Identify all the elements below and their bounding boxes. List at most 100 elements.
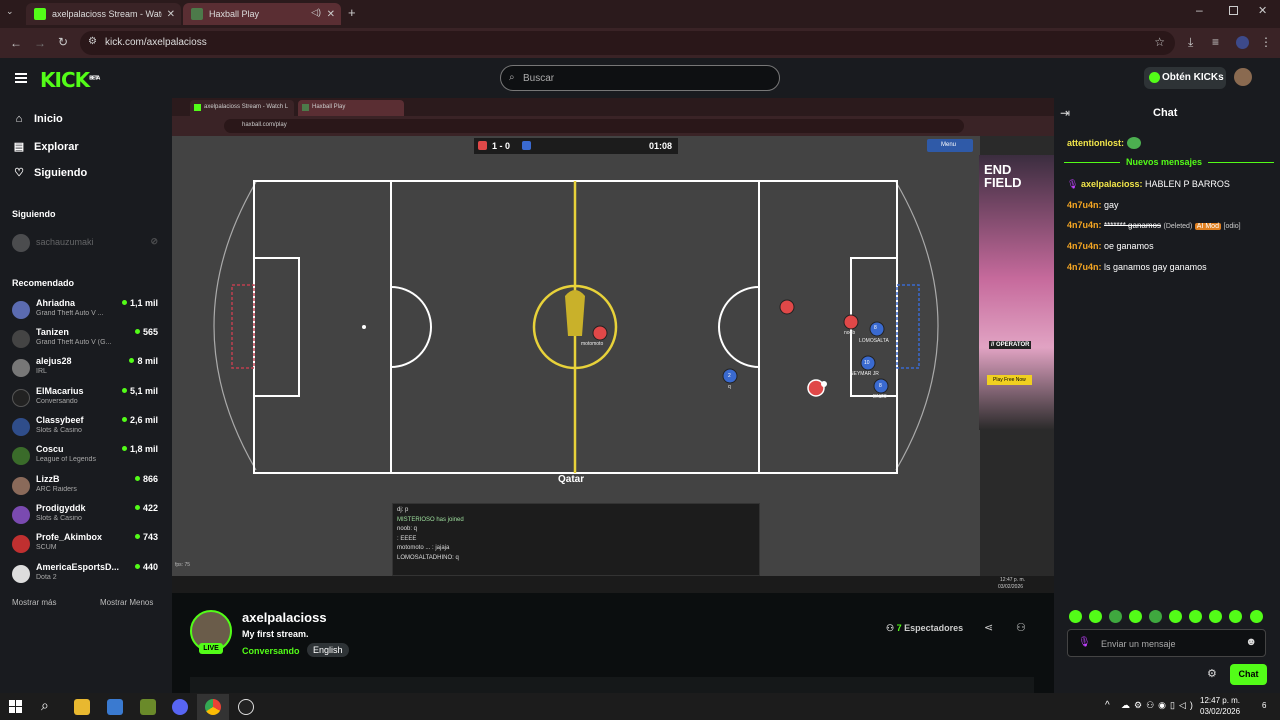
scoreboard: 1 - 0 01:08: [474, 138, 678, 154]
list-item[interactable]: Classybeef Slots & Casino 2,6 mil: [12, 415, 162, 443]
viewer-count-value: 422: [142, 503, 158, 513]
chat-title: Chat: [1153, 107, 1178, 119]
app-icon[interactable]: [140, 699, 156, 715]
browser-tab-haxball[interactable]: Haxball Play ◁) ✕: [183, 3, 341, 25]
video-address-bar: haxball.com/play: [172, 116, 1054, 136]
media-control-icon[interactable]: ≡: [1212, 35, 1219, 49]
stream-info-divider: [190, 677, 1034, 693]
streamer-name[interactable]: axelpalacioss: [242, 610, 327, 625]
show-less-link[interactable]: Mostrar Menos: [100, 598, 153, 607]
list-item[interactable]: Prodigyddk Slots & Casino 422: [12, 503, 162, 531]
notification-badge[interactable]: 6: [1262, 701, 1266, 710]
emote-icon[interactable]: [1129, 610, 1142, 623]
calculator-icon[interactable]: [107, 699, 123, 715]
chat-username[interactable]: 4n7u4n:: [1067, 241, 1102, 251]
tray-chevron-icon[interactable]: ^: [1105, 700, 1110, 711]
live-badge: LIVE: [199, 643, 223, 654]
language-tag[interactable]: English: [307, 643, 349, 657]
emote-icon: [1126, 137, 1141, 149]
sidebar-item-inicio[interactable]: ⌂ Inicio: [12, 113, 63, 125]
emoji-icon[interactable]: ☻: [1245, 636, 1257, 648]
browser-tab-kick[interactable]: axelpalacioss Stream - Watch L ✕: [26, 3, 181, 25]
list-item[interactable]: Tanizen Grand Theft Auto V (G... 565: [12, 327, 162, 355]
file-explorer-icon[interactable]: [74, 699, 90, 715]
follow-icon[interactable]: ⚇: [1016, 621, 1026, 634]
avatar: [12, 418, 30, 436]
emote-icon[interactable]: [1069, 610, 1082, 623]
profile-avatar[interactable]: [1236, 36, 1249, 49]
forward-icon[interactable]: →: [34, 36, 46, 50]
list-item[interactable]: Ahriadna Grand Theft Auto V ... 1,1 mil: [12, 298, 162, 326]
reload-icon[interactable]: ↻: [58, 35, 68, 49]
chat-username[interactable]: 4n7u4n:: [1067, 200, 1102, 210]
sidebar-item-siguiendo[interactable]: ♡ Siguiendo: [12, 166, 87, 180]
channel-category: Conversando: [36, 398, 78, 405]
haxball-favicon-icon: [191, 8, 203, 20]
obs-icon[interactable]: [238, 699, 254, 715]
emote-icon[interactable]: [1149, 610, 1162, 623]
chrome-icon[interactable]: [205, 699, 221, 715]
kick-logo[interactable]: KICKBETA: [40, 68, 100, 92]
url-field[interactable]: ⚙ kick.com/axelpalacioss ☆: [80, 31, 1175, 55]
chat-username[interactable]: 4n7u4n:: [1067, 220, 1102, 230]
chat-send-button[interactable]: Chat: [1230, 664, 1267, 685]
share-icon[interactable]: ⋖: [984, 621, 993, 634]
stream-video[interactable]: axelpalacioss Stream - Watch L Haxball P…: [172, 98, 1054, 593]
search-icon[interactable]: ⌕: [41, 697, 49, 714]
chat-username[interactable]: axelpalacioss:: [1081, 179, 1143, 189]
avatar: [12, 330, 30, 348]
list-item[interactable]: alejus28 IRL 8 mil: [12, 356, 162, 384]
minimize-icon[interactable]: –: [1196, 3, 1203, 17]
emote-icon[interactable]: [1209, 610, 1222, 623]
emote-icon[interactable]: [1109, 610, 1122, 623]
browser-menu-icon[interactable]: ⋮: [1260, 35, 1272, 49]
discord-icon[interactable]: [172, 699, 188, 715]
avatar: [12, 477, 30, 495]
search-placeholder: Buscar: [523, 73, 555, 84]
mic-icon[interactable]: 🎙: [1078, 637, 1091, 648]
audio-icon[interactable]: ◁): [311, 7, 321, 18]
search-input[interactable]: ⌕ Buscar: [500, 65, 780, 91]
close-icon[interactable]: ✕: [327, 9, 335, 20]
get-kicks-button[interactable]: Obtén KICKs: [1144, 67, 1226, 89]
list-item[interactable]: AmericaEsportsD... Dota 2 440: [12, 562, 162, 590]
list-item[interactable]: Profe_Akimbox SCUM 743: [12, 532, 162, 560]
hamburger-menu-icon[interactable]: [15, 73, 27, 83]
list-item[interactable]: Coscu League of Legends 1,8 mil: [12, 444, 162, 472]
chat-settings-icon[interactable]: ⚙: [1207, 667, 1217, 680]
download-icon[interactable]: ⤓: [1188, 35, 1193, 50]
close-window-icon[interactable]: ✕: [1258, 4, 1267, 17]
tray-icons[interactable]: ☁⚙⚇◉▯◁): [1121, 700, 1197, 711]
clock[interactable]: 12:47 p. m.: [1200, 696, 1240, 705]
chat-username[interactable]: 4n7u4n:: [1067, 262, 1102, 272]
stream-category[interactable]: Conversando: [242, 646, 300, 656]
bookmark-star-icon[interactable]: ☆: [1154, 35, 1165, 49]
sidebar-item-explorar[interactable]: ▤ Explorar: [12, 140, 79, 154]
chat-input[interactable]: 🎙 Enviar un mensaje ☻: [1067, 629, 1266, 657]
emote-icon[interactable]: [1229, 610, 1242, 623]
back-icon[interactable]: ←: [10, 36, 22, 50]
new-tab-button[interactable]: +: [348, 5, 356, 20]
date[interactable]: 03/02/2026: [1200, 707, 1240, 716]
site-info-icon[interactable]: ⚙: [88, 36, 97, 47]
ball: [821, 381, 827, 387]
left-box: [253, 257, 300, 397]
viewer-count: 1,8 mil: [121, 444, 158, 454]
emote-icon[interactable]: [1089, 610, 1102, 623]
collapse-chat-icon[interactable]: ⇥: [1060, 106, 1070, 120]
maximize-icon[interactable]: [1229, 6, 1238, 15]
emote-icon[interactable]: [1189, 610, 1202, 623]
user-avatar[interactable]: [1234, 68, 1252, 86]
close-icon[interactable]: ✕: [167, 9, 175, 20]
logo-beta-badge: BETA: [89, 75, 100, 82]
windows-start-icon[interactable]: [9, 700, 22, 713]
channel-name: Ahriadna: [36, 298, 76, 308]
emote-icon[interactable]: [1169, 610, 1182, 623]
tab-list-icon[interactable]: ⌄: [6, 6, 20, 20]
following-item[interactable]: sachauzumaki ⊘: [12, 234, 162, 262]
list-item[interactable]: ElMacarius Conversando 5,1 mil: [12, 386, 162, 414]
show-more-link[interactable]: Mostrar más: [12, 598, 56, 607]
emote-icon[interactable]: [1250, 610, 1263, 623]
chat-username[interactable]: attentionlost:: [1067, 138, 1124, 148]
list-item[interactable]: LizzB ARC Raiders 866: [12, 474, 162, 502]
